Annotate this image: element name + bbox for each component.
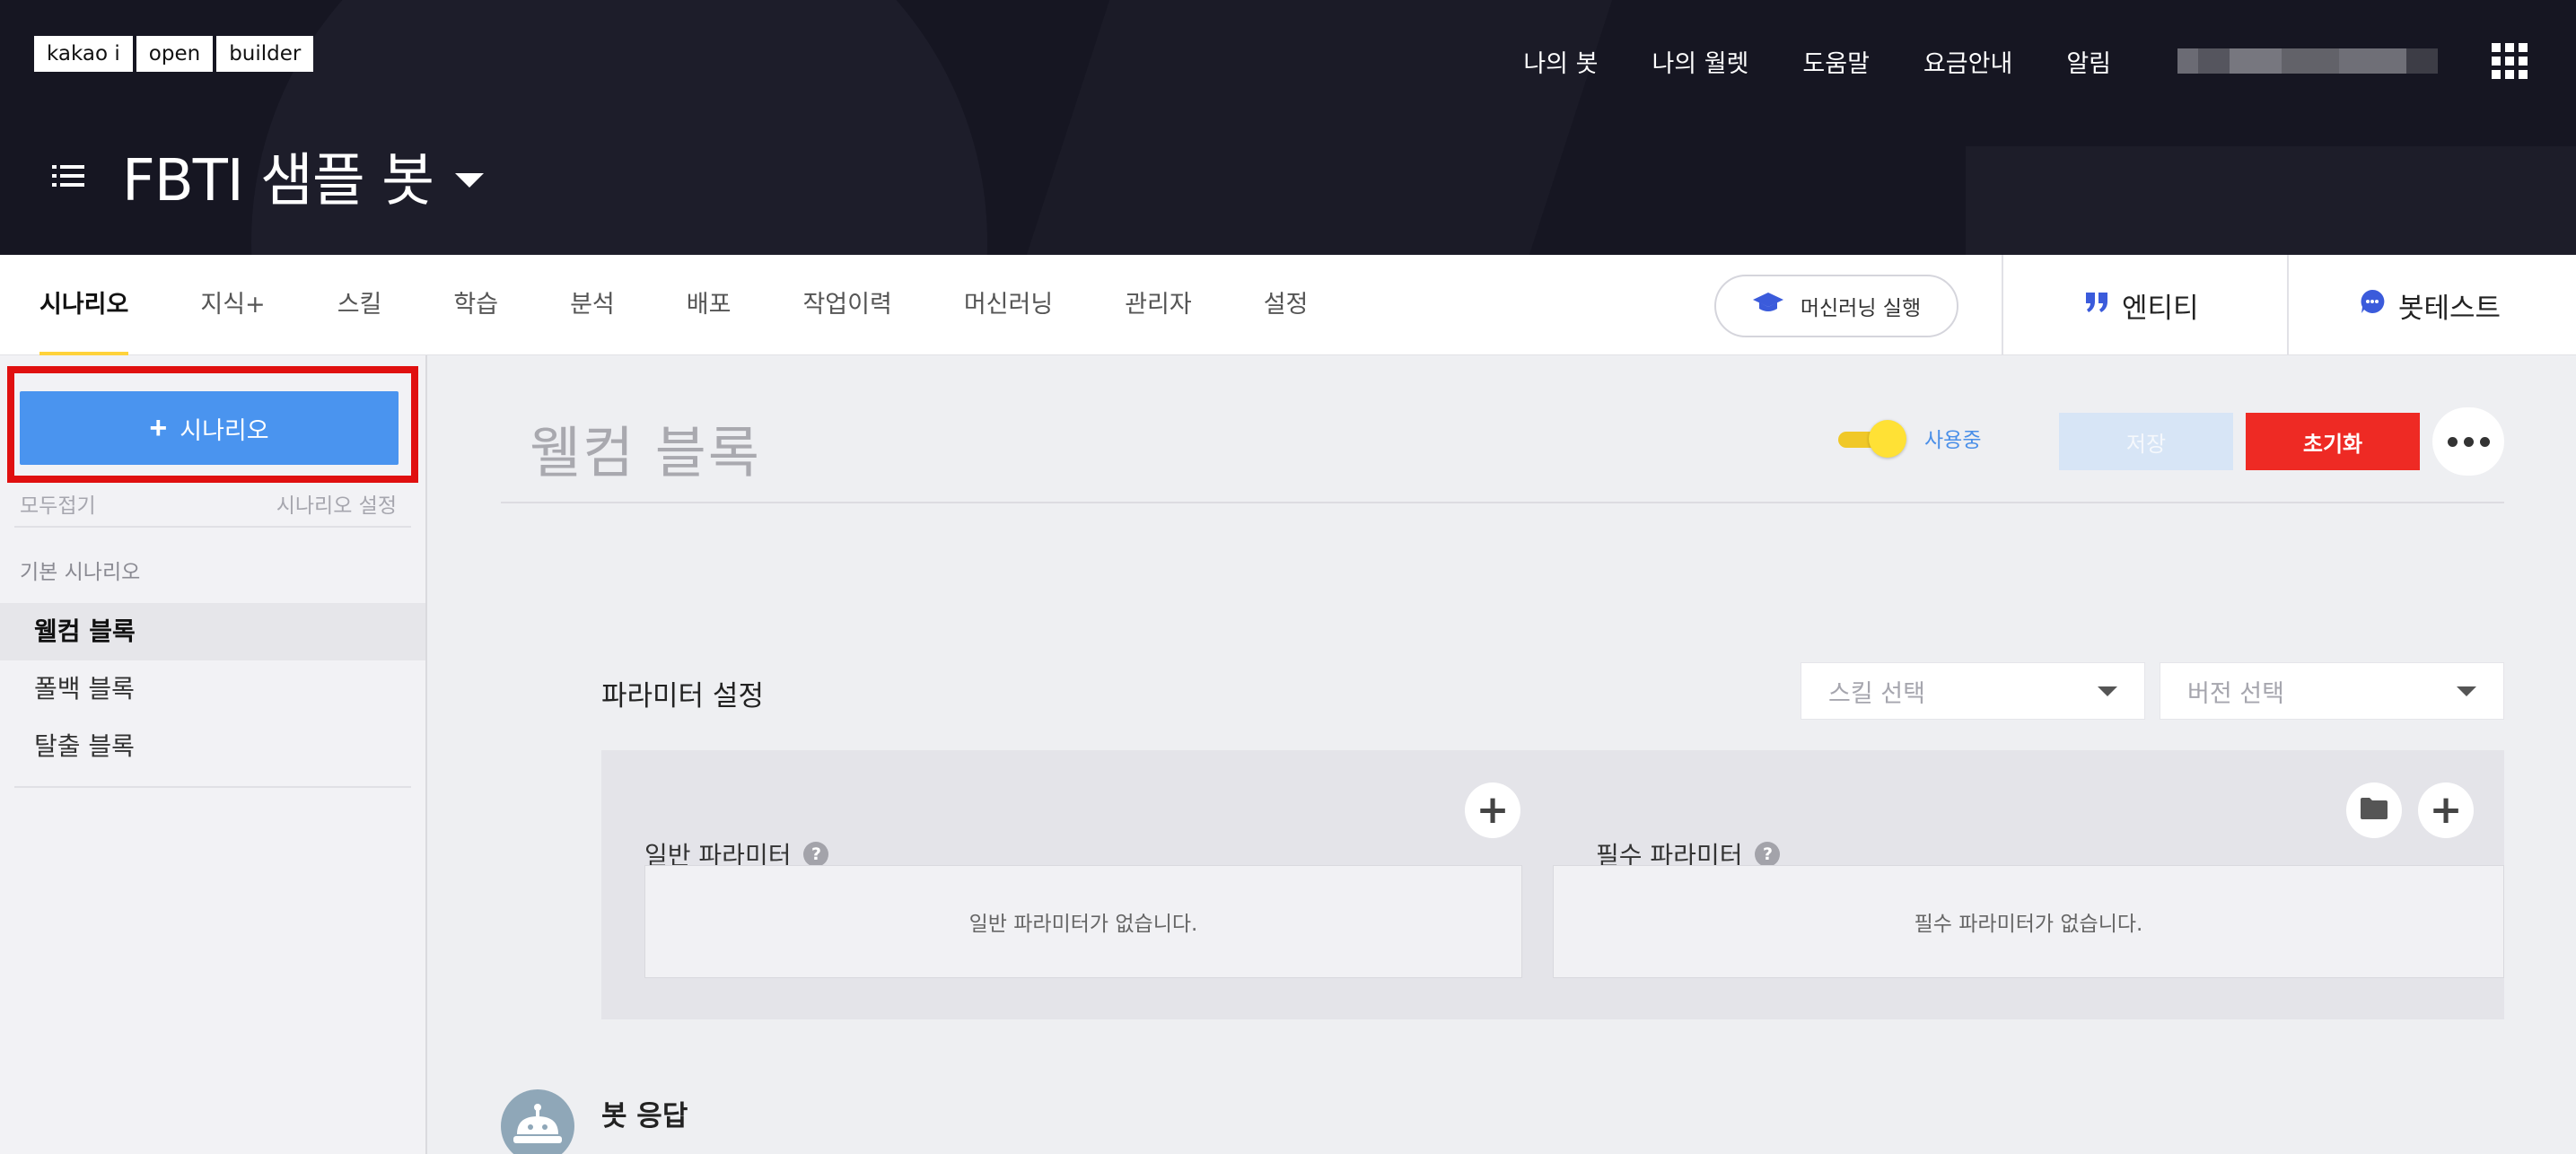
user-account-redacted[interactable]	[2177, 48, 2438, 74]
logo-part: open	[136, 36, 214, 72]
logo-part: builder	[216, 36, 314, 72]
bot-selector[interactable]: FBTI 샘플 봇	[50, 135, 485, 217]
block-active-toggle[interactable]	[1838, 420, 1906, 458]
version-select[interactable]: 버전 선택	[2160, 662, 2504, 720]
bot-test-button[interactable]: 봇테스트	[2359, 255, 2501, 355]
ml-run-label: 머신러닝 실행	[1800, 297, 1922, 320]
add-general-parameter-button[interactable]: +	[1465, 782, 1520, 838]
quote-icon	[2084, 289, 2109, 321]
sidebar-item-welcome-block[interactable]: 웰컴 블록	[0, 603, 425, 660]
header-decoration	[1026, 0, 1613, 255]
apps-grid-icon[interactable]	[2492, 43, 2528, 79]
divider	[2287, 255, 2289, 355]
logo-part: kakao i	[34, 36, 133, 72]
help-icon[interactable]: ?	[803, 842, 829, 867]
nav-help[interactable]: 도움말	[1802, 44, 1870, 79]
nav-my-wallet[interactable]: 나의 월렛	[1652, 44, 1748, 79]
version-select-placeholder: 버전 선택	[2187, 679, 2284, 708]
toggle-label: 사용중	[1924, 429, 1982, 452]
collapse-all-link[interactable]: 모두접기	[20, 488, 96, 519]
general-parameters-empty: 일반 파라미터가 없습니다.	[644, 865, 1522, 978]
parameter-panel: 일반 파라미터 ? + 일반 파라미터가 없습니다. 필수 파라미터 ? + 필…	[601, 750, 2504, 1019]
divider	[501, 502, 2504, 503]
chat-bubble-icon	[2359, 288, 2386, 322]
add-scenario-button[interactable]: + 시나리오	[20, 391, 399, 465]
skill-select-placeholder: 스킬 선택	[1828, 679, 1925, 708]
scenario-sidebar: + 시나리오 모두접기 시나리오 설정 기본 시나리오 웰컴 블록 폴백 블록 …	[0, 355, 427, 1154]
top-nav: 나의 봇 나의 월렛 도움말 요금안내 알림	[1523, 43, 2576, 79]
nav-my-bots[interactable]: 나의 봇	[1523, 44, 1598, 79]
ml-run-button[interactable]: 머신러닝 실행	[1714, 275, 1958, 337]
tab-machine-learning[interactable]: 머신러닝	[964, 255, 1053, 355]
chevron-down-icon	[2098, 686, 2117, 696]
top-header: kakao i open builder 나의 봇 나의 월렛 도움말 요금안내…	[0, 0, 2576, 255]
chevron-down-icon	[2457, 686, 2476, 696]
list-menu-icon[interactable]	[50, 158, 86, 194]
bot-avatar-icon	[501, 1089, 574, 1154]
more-options-icon[interactable]	[2432, 407, 2504, 476]
parameter-settings-title: 파라미터 설정	[601, 680, 764, 713]
add-required-parameter-button[interactable]: +	[2418, 782, 2474, 838]
nav-notifications[interactable]: 알림	[2066, 44, 2111, 79]
divider	[14, 526, 411, 528]
kakao-open-builder-logo[interactable]: kakao i open builder	[34, 36, 317, 72]
tab-deploy[interactable]: 배포	[687, 255, 732, 355]
tab-admin[interactable]: 관리자	[1125, 255, 1192, 355]
tab-history[interactable]: 작업이력	[802, 255, 891, 355]
tab-bar: 시나리오 지식+ 스킬 학습 분석 배포 작업이력 머신러닝 관리자 설정 머신…	[0, 255, 2576, 355]
sidebar-item-exit-block[interactable]: 탈출 블록	[0, 718, 425, 775]
tab-analytics[interactable]: 분석	[570, 255, 615, 355]
divider	[2002, 255, 2003, 355]
divider	[14, 786, 411, 788]
required-parameters-empty: 필수 파라미터가 없습니다.	[1553, 865, 2504, 978]
tab-training[interactable]: 학습	[453, 255, 498, 355]
reset-button[interactable]: 초기화	[2246, 413, 2420, 470]
help-icon[interactable]: ?	[1755, 842, 1781, 867]
scenario-settings-link[interactable]: 시나리오 설정	[276, 488, 397, 519]
header-decoration	[1966, 146, 2576, 255]
tab-knowledge-plus[interactable]: 지식+	[200, 255, 265, 355]
plus-icon: +	[2429, 787, 2463, 833]
graduation-cap-icon	[1752, 292, 1784, 320]
add-scenario-label: 시나리오	[180, 416, 269, 444]
entity-button[interactable]: 엔티티	[2084, 255, 2199, 355]
caret-down-icon[interactable]	[455, 173, 485, 188]
tab-skill[interactable]: 스킬	[337, 255, 382, 355]
folder-icon	[2360, 797, 2388, 824]
block-title[interactable]: 웰컴 블록	[530, 407, 761, 488]
tab-scenario[interactable]: 시나리오	[39, 255, 129, 355]
sidebar-item-fallback-block[interactable]: 폴백 블록	[0, 660, 425, 718]
bot-response-title: 봇 응답	[601, 1100, 688, 1132]
plus-icon: +	[1476, 787, 1510, 833]
nav-pricing[interactable]: 요금안내	[1923, 44, 2012, 79]
block-editor: 웰컴 블록 사용중 저장 초기화 파라미터 설정 스킬 선택 버전 선택 일반 …	[429, 355, 2576, 1154]
tab-settings[interactable]: 설정	[1264, 255, 1309, 355]
bot-title: FBTI 샘플 봇	[122, 148, 434, 214]
bot-test-label: 봇테스트	[2398, 292, 2502, 325]
save-button[interactable]: 저장	[2059, 413, 2233, 470]
entity-label: 엔티티	[2122, 292, 2199, 325]
plus-icon: +	[149, 410, 168, 445]
scenario-group-label: 기본 시나리오	[20, 561, 141, 584]
folder-button[interactable]	[2346, 782, 2402, 838]
skill-select[interactable]: 스킬 선택	[1801, 662, 2145, 720]
